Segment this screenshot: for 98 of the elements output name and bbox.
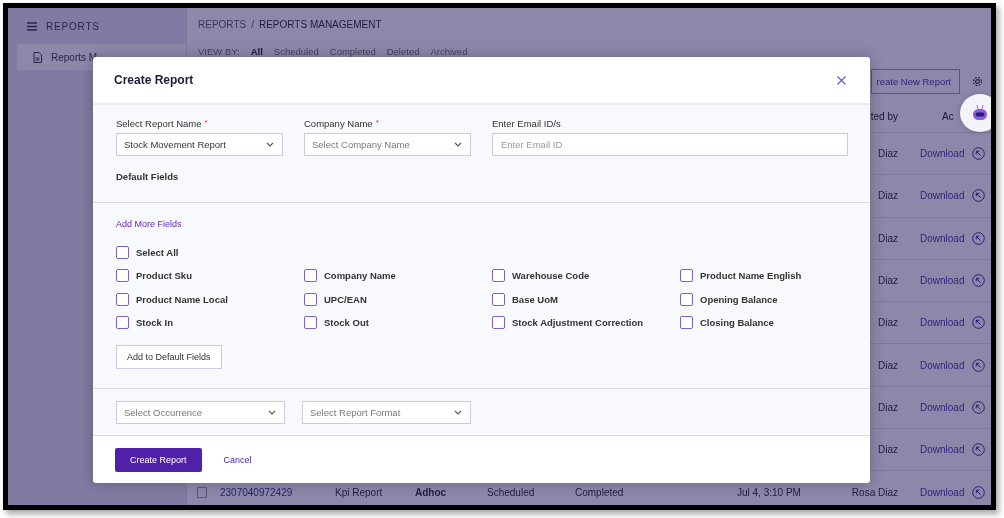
checkbox[interactable] <box>680 292 693 306</box>
download-link[interactable]: Download <box>920 232 965 244</box>
arrow-circle-icon[interactable] <box>972 358 986 372</box>
arrow-circle-icon[interactable] <box>972 443 986 457</box>
table-cell: Diaz <box>878 275 898 287</box>
table-cell: Diaz <box>878 190 898 202</box>
table-cell-text: 2307040972429 <box>220 486 294 498</box>
dropdown[interactable]: Select Occurrence <box>116 400 285 424</box>
filter-tab[interactable]: Deleted <box>386 45 420 57</box>
table-cell-text: Kpi Report <box>335 486 384 498</box>
chevron-down-icon <box>454 409 462 415</box>
table-cell: Diaz <box>878 148 898 160</box>
field-label: Company Name * <box>304 118 380 130</box>
field-label: Select Report Name * <box>116 118 209 130</box>
checkbox[interactable] <box>116 316 129 329</box>
checkbox-label: Select All <box>136 247 179 258</box>
checkbox[interactable] <box>492 316 505 329</box>
download-link[interactable]: Download <box>920 486 965 498</box>
arrow-circle-icon[interactable] <box>972 485 986 499</box>
document-icon <box>33 51 42 63</box>
checkbox-label: Closing Balance <box>700 317 774 328</box>
required-mark: * <box>375 118 379 127</box>
download-link[interactable]: Download <box>920 401 965 413</box>
breadcrumb-item[interactable]: REPORTS <box>198 18 247 30</box>
filter-tab[interactable]: All <box>250 45 263 57</box>
download-link[interactable]: Download <box>920 275 965 287</box>
checkbox-label: Stock Adjustment Correction <box>512 317 644 328</box>
checkbox-label: UPC/EAN <box>324 293 367 305</box>
checkbox-label: Product Name English <box>700 270 802 281</box>
menu-icon[interactable] <box>27 21 37 31</box>
filter-tab[interactable]: Archived <box>430 45 468 57</box>
checkbox[interactable] <box>680 269 693 282</box>
download-link[interactable]: Download <box>920 317 965 329</box>
arrow-circle-icon[interactable] <box>972 231 986 245</box>
checkbox[interactable] <box>116 269 129 282</box>
checkbox-label: Opening Balance <box>700 293 778 305</box>
arrow-circle-icon[interactable] <box>972 189 986 203</box>
arrow-circle-icon[interactable] <box>972 147 986 161</box>
cancel-link[interactable]: Cancel <box>223 454 252 465</box>
checkbox-label: Product Name Local <box>136 293 228 305</box>
download-link[interactable]: Download <box>920 148 965 160</box>
checkbox-label: Stock Out <box>324 317 369 328</box>
table-cell-text: Adhoc <box>415 486 448 498</box>
arrow-circle-icon[interactable] <box>972 274 986 288</box>
dropdown[interactable]: Select Report Format <box>302 400 471 424</box>
table-cell: Diaz <box>878 317 898 329</box>
table-cell-text: Scheduled <box>487 486 536 498</box>
checkbox-label: Company Name <box>324 270 396 281</box>
table-cell: Diaz <box>878 401 898 413</box>
checkbox[interactable] <box>116 292 129 306</box>
download-link[interactable]: Download <box>920 444 965 456</box>
section-label: Default Fields <box>116 171 180 182</box>
settings-icon[interactable] <box>972 75 983 87</box>
chevron-down-icon <box>266 142 274 147</box>
dropdown[interactable]: Stock Movement Report <box>116 133 283 156</box>
sidebar-title: REPORTS <box>46 20 100 32</box>
download-link[interactable]: Download <box>920 359 965 371</box>
checkbox[interactable] <box>492 292 505 306</box>
column-header: ted by <box>870 110 898 122</box>
arrow-circle-icon[interactable] <box>972 400 986 414</box>
table-cell: Diaz <box>878 232 898 244</box>
add-more-fields-link[interactable]: Add More Fields <box>116 219 182 229</box>
field-label: Enter Email ID/s <box>492 118 562 130</box>
robot-icon <box>971 104 989 122</box>
row-checkbox[interactable] <box>197 486 207 498</box>
checkbox-label: Stock In <box>136 317 173 328</box>
breadcrumb-separator: / <box>251 18 254 30</box>
checkbox-label: Base UoM <box>512 293 558 305</box>
checkbox[interactable] <box>304 292 317 306</box>
checkbox[interactable] <box>492 269 505 282</box>
table-cell: Rosa Diaz <box>851 486 898 498</box>
modal-title: Create Report <box>114 73 194 87</box>
checkbox-label: Warehouse Code <box>512 270 590 281</box>
chevron-down-icon <box>268 409 276 415</box>
add-to-default-fields-button[interactable]: Add to Default Fields <box>116 345 222 369</box>
view-by-label: VIEW BY: <box>198 45 240 57</box>
download-link[interactable]: Download <box>920 190 965 202</box>
filter-tab[interactable]: Completed <box>329 45 376 57</box>
table-cell-text: Jul 4, 3:10 PM <box>737 486 802 498</box>
table-cell: Diaz <box>878 359 898 371</box>
column-header: Ac <box>941 110 954 122</box>
filter-tab[interactable]: Scheduled <box>273 45 319 57</box>
close-icon[interactable] <box>837 75 846 85</box>
required-mark: * <box>204 118 208 127</box>
chevron-down-icon <box>454 142 462 147</box>
checkbox[interactable] <box>116 246 129 259</box>
checkbox[interactable] <box>680 316 693 329</box>
create-report-button[interactable]: Create Report <box>115 447 202 472</box>
email-field[interactable]: Enter Email ID <box>492 133 848 156</box>
create-report-button[interactable]: reate New Report <box>870 68 960 94</box>
checkbox[interactable] <box>304 316 317 329</box>
dropdown[interactable]: Select Company Name <box>304 133 471 156</box>
arrow-circle-icon[interactable] <box>972 316 986 330</box>
table-cell-text: Completed <box>575 486 625 498</box>
breadcrumb-item: REPORTS MANAGEMENT <box>258 18 382 30</box>
table-cell: Diaz <box>878 444 898 456</box>
checkbox-label: Product Sku <box>136 270 192 281</box>
checkbox[interactable] <box>304 269 317 282</box>
